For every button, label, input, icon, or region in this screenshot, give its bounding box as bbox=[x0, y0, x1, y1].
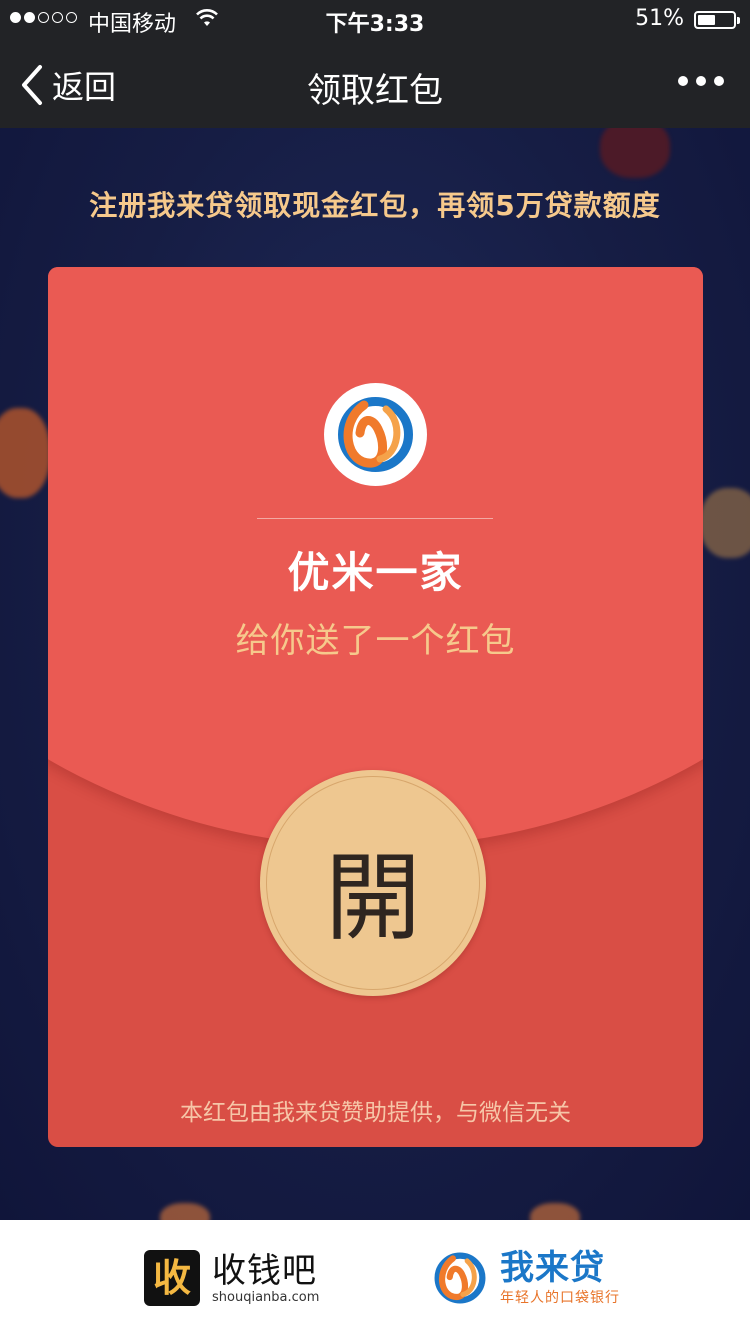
open-button-label: 開 bbox=[325, 842, 421, 954]
shouqianba-domain: shouqianba.com bbox=[212, 1289, 320, 1305]
lantern-decoration bbox=[700, 488, 750, 558]
lantern-decoration bbox=[530, 1203, 580, 1220]
wolaidai-logo-icon bbox=[338, 397, 413, 472]
shouqianba-brand: 收 收钱吧 shouqianba.com bbox=[144, 1250, 319, 1306]
sender-name: 优米一家 bbox=[287, 548, 464, 597]
promo-banner-text: 注册我来贷领取现金红包，再领5万贷款额度 bbox=[89, 189, 661, 222]
page-title: 领取红包 bbox=[307, 71, 443, 111]
wolaidai-logo-icon bbox=[434, 1252, 486, 1304]
divider bbox=[257, 518, 493, 519]
wolaidai-slogan: 年轻人的口袋银行 bbox=[500, 1290, 620, 1306]
wolaidai-brand: 我来贷 年轻人的口袋银行 bbox=[428, 1246, 620, 1310]
lantern-decoration bbox=[0, 408, 50, 498]
background-scene: 注册我来贷领取现金红包，再领5万贷款额度 优米一家 给你送了一个红包 開 本红包… bbox=[0, 128, 750, 1220]
battery-icon bbox=[694, 11, 740, 29]
disclaimer-text: 本红包由我来贷赞助提供，与微信无关 bbox=[180, 1100, 571, 1126]
footer-sponsors: 收 收钱吧 shouqianba.com 我来贷 年轻人的口袋银行 bbox=[0, 1220, 750, 1334]
shouqianba-name: 收钱吧 bbox=[212, 1250, 317, 1291]
shouqianba-logo-icon: 收 bbox=[144, 1250, 200, 1306]
lantern-decoration bbox=[160, 1203, 210, 1220]
envelope-subtitle: 给你送了一个红包 bbox=[235, 621, 516, 661]
red-envelope: 优米一家 给你送了一个红包 開 本红包由我来贷赞助提供，与微信无关 bbox=[48, 267, 703, 1147]
sender-avatar bbox=[324, 383, 427, 486]
lantern-decoration bbox=[600, 128, 670, 178]
status-bar: 中国移动 下午3:33 51% bbox=[0, 0, 750, 40]
wolaidai-name: 我来贷 bbox=[500, 1248, 605, 1288]
battery-percentage: 51% bbox=[635, 6, 684, 31]
more-dots-icon[interactable] bbox=[678, 76, 724, 86]
open-envelope-button[interactable]: 開 bbox=[260, 770, 486, 996]
nav-bar: 返回 领取红包 bbox=[0, 40, 750, 128]
